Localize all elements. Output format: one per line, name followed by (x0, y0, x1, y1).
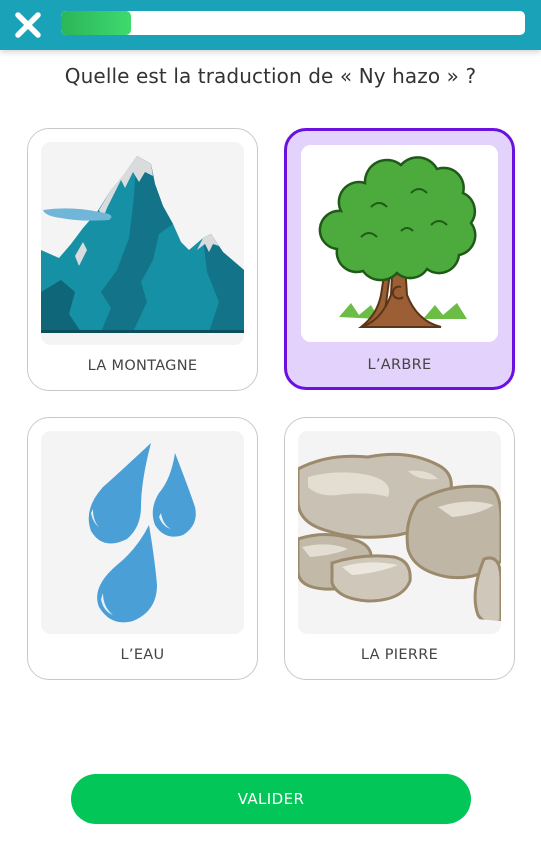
close-button[interactable] (12, 9, 44, 41)
tree-image (301, 145, 498, 342)
progress-fill (61, 11, 131, 35)
option-card-water[interactable]: L’EAU (27, 417, 258, 680)
question-text: Quelle est la traduction de « Ny hazo » … (64, 64, 477, 88)
option-image-box (41, 431, 244, 634)
option-image-box (301, 145, 498, 342)
progress-bar (61, 11, 525, 35)
water-drops-image (41, 431, 244, 634)
option-image-box (298, 431, 501, 634)
option-label: LA MONTAGNE (87, 358, 198, 374)
option-card-tree[interactable]: L’ARBRE (284, 128, 515, 390)
option-image-box (41, 142, 244, 345)
option-label: L’ARBRE (367, 357, 432, 373)
stones-image (298, 431, 501, 634)
option-card-stones[interactable]: LA PIERRE (284, 417, 515, 680)
mountain-image (41, 142, 244, 345)
validate-button[interactable]: VALIDER (71, 774, 471, 824)
close-icon (15, 12, 41, 38)
option-card-mountain[interactable]: LA MONTAGNE (27, 128, 258, 391)
option-label: LA PIERRE (360, 647, 439, 663)
option-label: L’EAU (120, 647, 165, 663)
top-bar (0, 0, 541, 50)
